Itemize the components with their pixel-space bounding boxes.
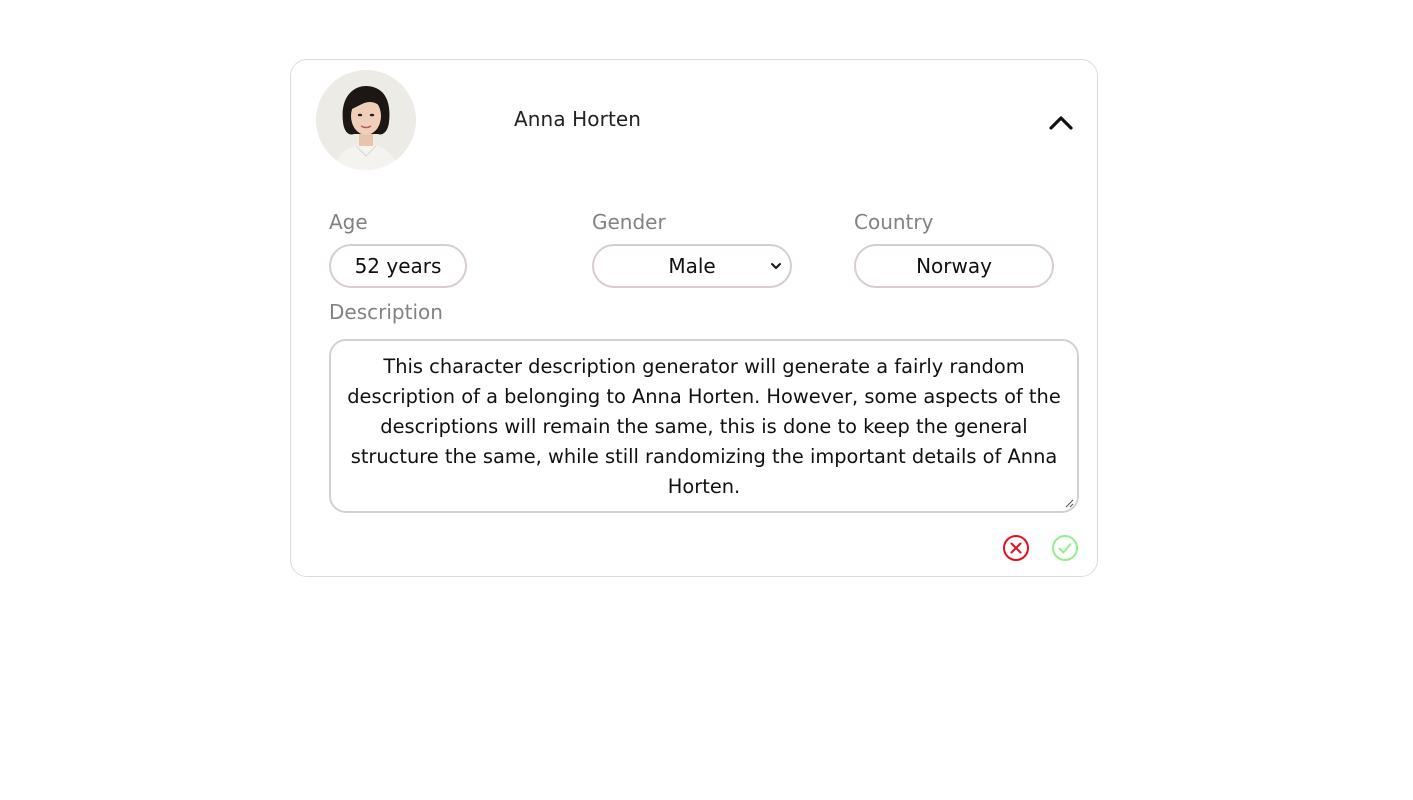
confirm-button[interactable] bbox=[1051, 534, 1079, 562]
gender-value: Male bbox=[668, 254, 716, 278]
country-input[interactable]: Norway bbox=[854, 244, 1054, 288]
collapse-button[interactable] bbox=[1046, 110, 1076, 134]
age-value: 52 years bbox=[354, 254, 442, 278]
gender-select[interactable]: Male bbox=[592, 244, 792, 288]
profile-card: Anna Horten Age Gender Country 52 years … bbox=[290, 59, 1098, 577]
gender-label: Gender bbox=[592, 210, 666, 234]
age-input[interactable]: 52 years bbox=[329, 244, 467, 288]
resize-grip-icon[interactable] bbox=[1064, 498, 1074, 508]
chevron-down-icon bbox=[771, 263, 781, 269]
cancel-circle-icon bbox=[1003, 535, 1029, 561]
cancel-button[interactable] bbox=[1002, 534, 1030, 562]
profile-name: Anna Horten bbox=[514, 107, 642, 131]
avatar bbox=[316, 70, 416, 170]
description-label: Description bbox=[329, 300, 443, 324]
country-value: Norway bbox=[916, 254, 992, 278]
description-text: This character description generator wil… bbox=[347, 355, 1061, 498]
country-label: Country bbox=[854, 210, 934, 234]
check-circle-icon bbox=[1052, 535, 1078, 561]
age-label: Age bbox=[329, 210, 368, 234]
description-textarea[interactable]: This character description generator wil… bbox=[329, 339, 1079, 513]
chevron-up-icon bbox=[1049, 116, 1073, 130]
